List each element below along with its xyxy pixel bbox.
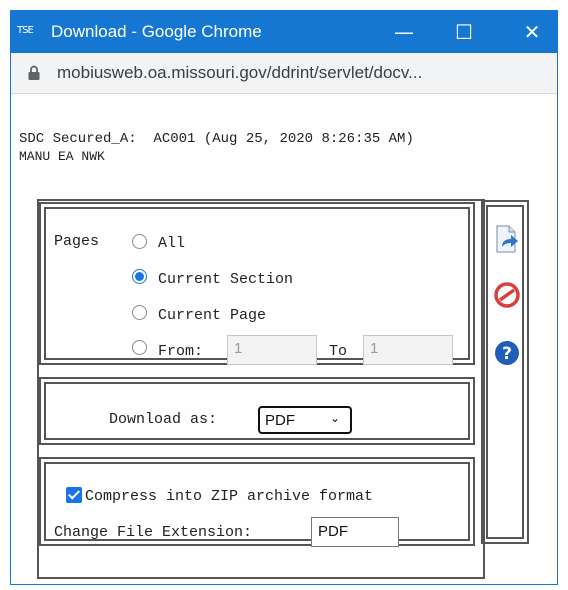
radio-current-section-label: Current Section [158, 271, 294, 288]
maximize-icon: ☐ [455, 20, 473, 44]
close-button[interactable]: ✕ [509, 11, 555, 53]
chevron-down-icon: ⌄ [330, 411, 341, 425]
file-extension-input[interactable]: PDF [311, 517, 399, 547]
radio-all-label: All [158, 235, 186, 252]
radio-button[interactable] [132, 269, 147, 284]
svg-text:?: ? [502, 344, 512, 364]
radio-button[interactable] [132, 234, 147, 249]
maximize-button[interactable]: ☐ [441, 11, 487, 53]
app-icon: TSE [17, 25, 34, 36]
radio-from-label: From: [158, 343, 204, 360]
download-as-label: Download as: [109, 411, 218, 428]
download-format-panel [39, 377, 475, 445]
minimize-button[interactable]: — [381, 11, 427, 53]
title-bar: TSE Download - Google Chrome — ☐ ✕ [11, 11, 557, 53]
change-extension-label: Change File Extension: [54, 524, 253, 541]
to-page-input[interactable]: 1 [363, 335, 453, 365]
cancel-icon[interactable] [494, 282, 520, 308]
minimize-icon: — [394, 20, 414, 44]
lock-icon [28, 65, 40, 80]
format-select-value: PDF [265, 412, 295, 429]
download-dialog: SDC Secured_A: AC001 (Aug 25, 2020 8:26:… [11, 94, 557, 584]
compress-label: Compress into ZIP archive format [85, 488, 374, 505]
report-subheader: MANU EA NWK [19, 149, 105, 164]
from-page-input[interactable]: 1 [227, 335, 317, 365]
window-title: Download - Google Chrome [51, 22, 262, 41]
radio-current-page-label: Current Page [158, 307, 267, 324]
radio-button[interactable] [132, 340, 147, 355]
format-select[interactable]: PDF ⌄ [258, 406, 352, 434]
compress-checkbox[interactable] [66, 487, 82, 503]
close-icon: ✕ [523, 20, 541, 44]
help-icon[interactable]: ? [494, 340, 520, 366]
report-header: SDC Secured_A: AC001 (Aug 25, 2020 8:26:… [19, 131, 414, 147]
pages-label: Pages [54, 233, 100, 250]
radio-button[interactable] [132, 305, 147, 320]
address-bar[interactable]: mobiusweb.oa.missouri.gov/ddrint/servlet… [11, 53, 557, 94]
download-page-icon[interactable] [494, 225, 520, 253]
browser-window: TSE Download - Google Chrome — ☐ ✕ mobiu… [10, 10, 558, 585]
to-label: To [329, 343, 348, 360]
url-text[interactable]: mobiusweb.oa.missouri.gov/ddrint/servlet… [57, 63, 422, 83]
